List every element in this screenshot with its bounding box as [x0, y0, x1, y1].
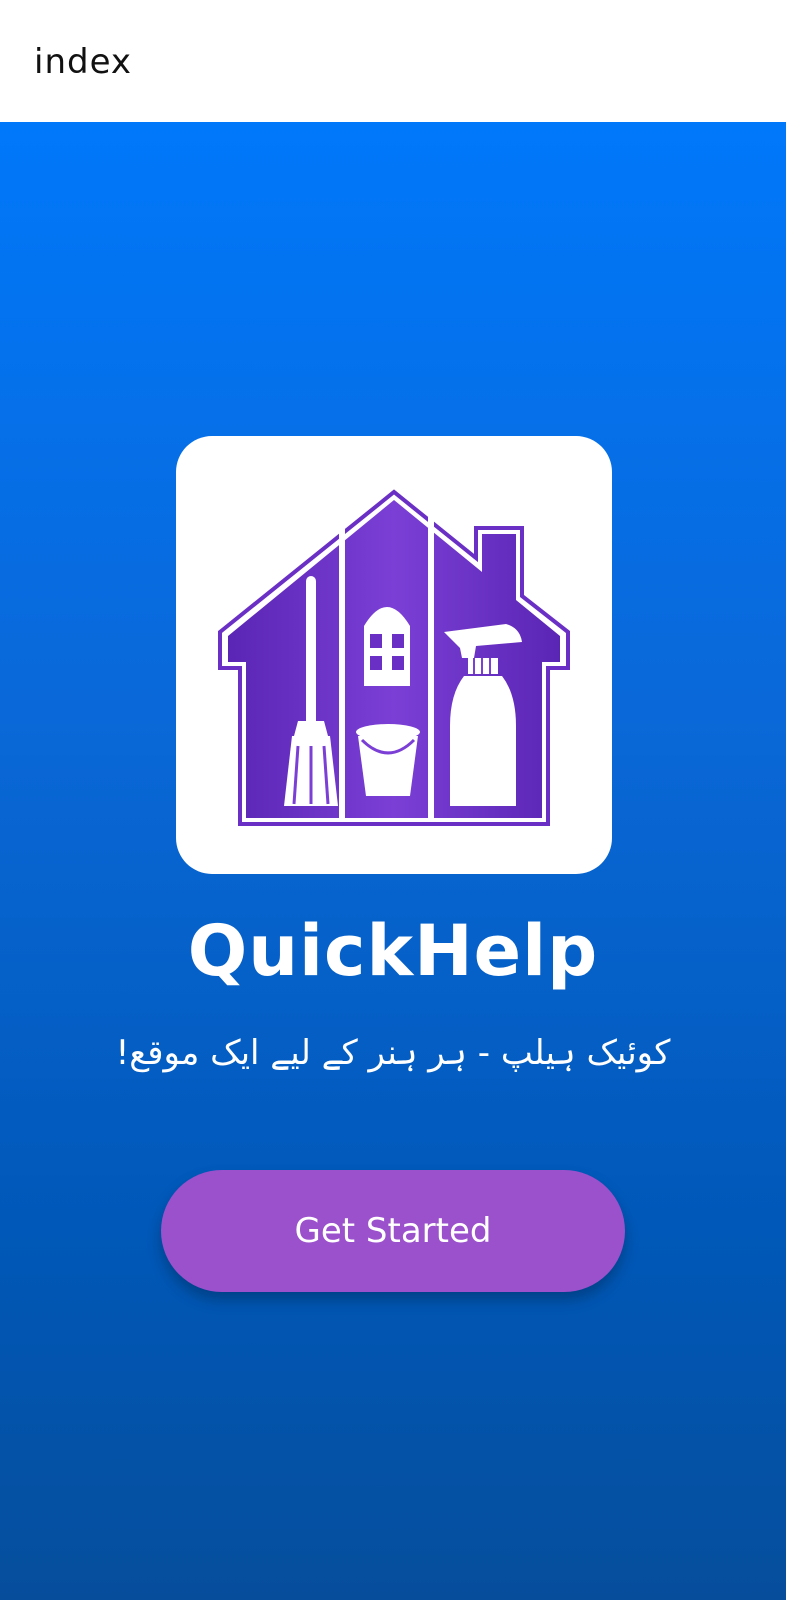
- house-cleaning-icon: [218, 489, 570, 826]
- welcome-screen: QuickHelp کوئیک ہیلپ - ہر ہنر کے لیے ایک…: [0, 122, 786, 1600]
- get-started-label: Get Started: [294, 1211, 492, 1251]
- app-tagline: کوئیک ہیلپ - ہر ہنر کے لیے ایک موقع!: [115, 1033, 671, 1073]
- page-title: index: [34, 42, 133, 82]
- get-started-button[interactable]: Get Started: [161, 1170, 625, 1292]
- logo-card: [176, 436, 612, 874]
- app-name: QuickHelp: [187, 910, 599, 992]
- app-header: index: [0, 0, 786, 122]
